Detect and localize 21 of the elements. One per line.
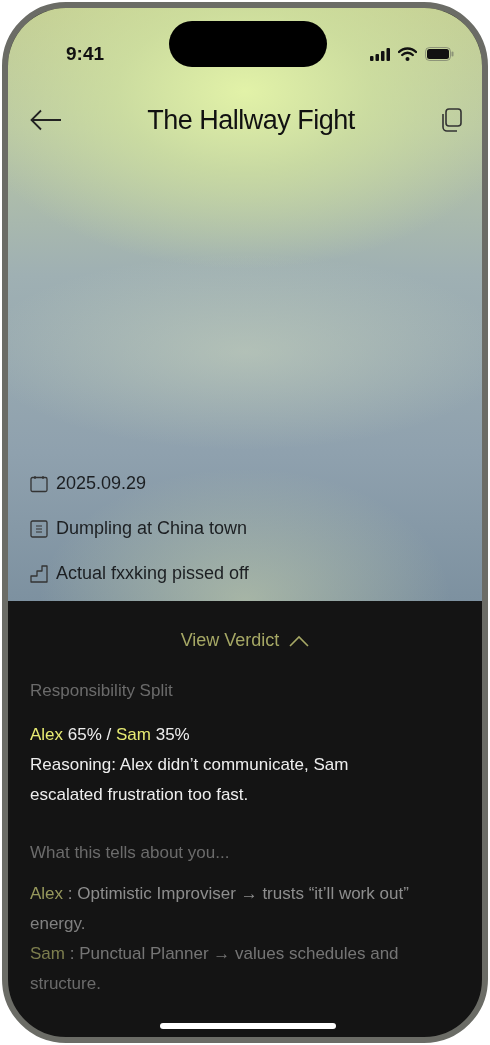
battery-icon: [425, 47, 454, 61]
calendar-icon: [30, 474, 48, 493]
back-arrow-icon[interactable]: [30, 109, 62, 131]
detail-text: Actual fxxking pissed off: [56, 562, 249, 585]
section-heading: Responsibility Split: [30, 680, 174, 702]
trait-text: Sam : Punctual Planner → values schedules and structure.: [30, 943, 400, 995]
status-time: 9:41: [66, 41, 105, 66]
chevron-icon: [289, 634, 310, 647]
copy-icon[interactable]: [440, 108, 462, 132]
detail-text: Dumpling at China town: [56, 517, 248, 540]
view-verdict-toggle[interactable]: View Verdict: [180, 627, 310, 654]
wifi-icon: [398, 47, 417, 61]
trait-text: Alex : Optimistic Improviser → trusts “it’ll work out” energy.: [30, 883, 410, 935]
section-heading: What this tells about you...: [30, 841, 231, 864]
split-text: Alex 65% / Sam 35%: [30, 723, 191, 746]
page-title: The Hallway Fight: [147, 103, 355, 137]
stairs-icon: [30, 564, 48, 583]
reasoning-text: Reasoning: Alex didn’t communicate, Sam escalated frustration too fast.: [30, 753, 350, 806]
document-icon: [30, 519, 48, 538]
signal-icon: [370, 47, 390, 61]
detail-text: 2025.09.29: [56, 472, 147, 495]
